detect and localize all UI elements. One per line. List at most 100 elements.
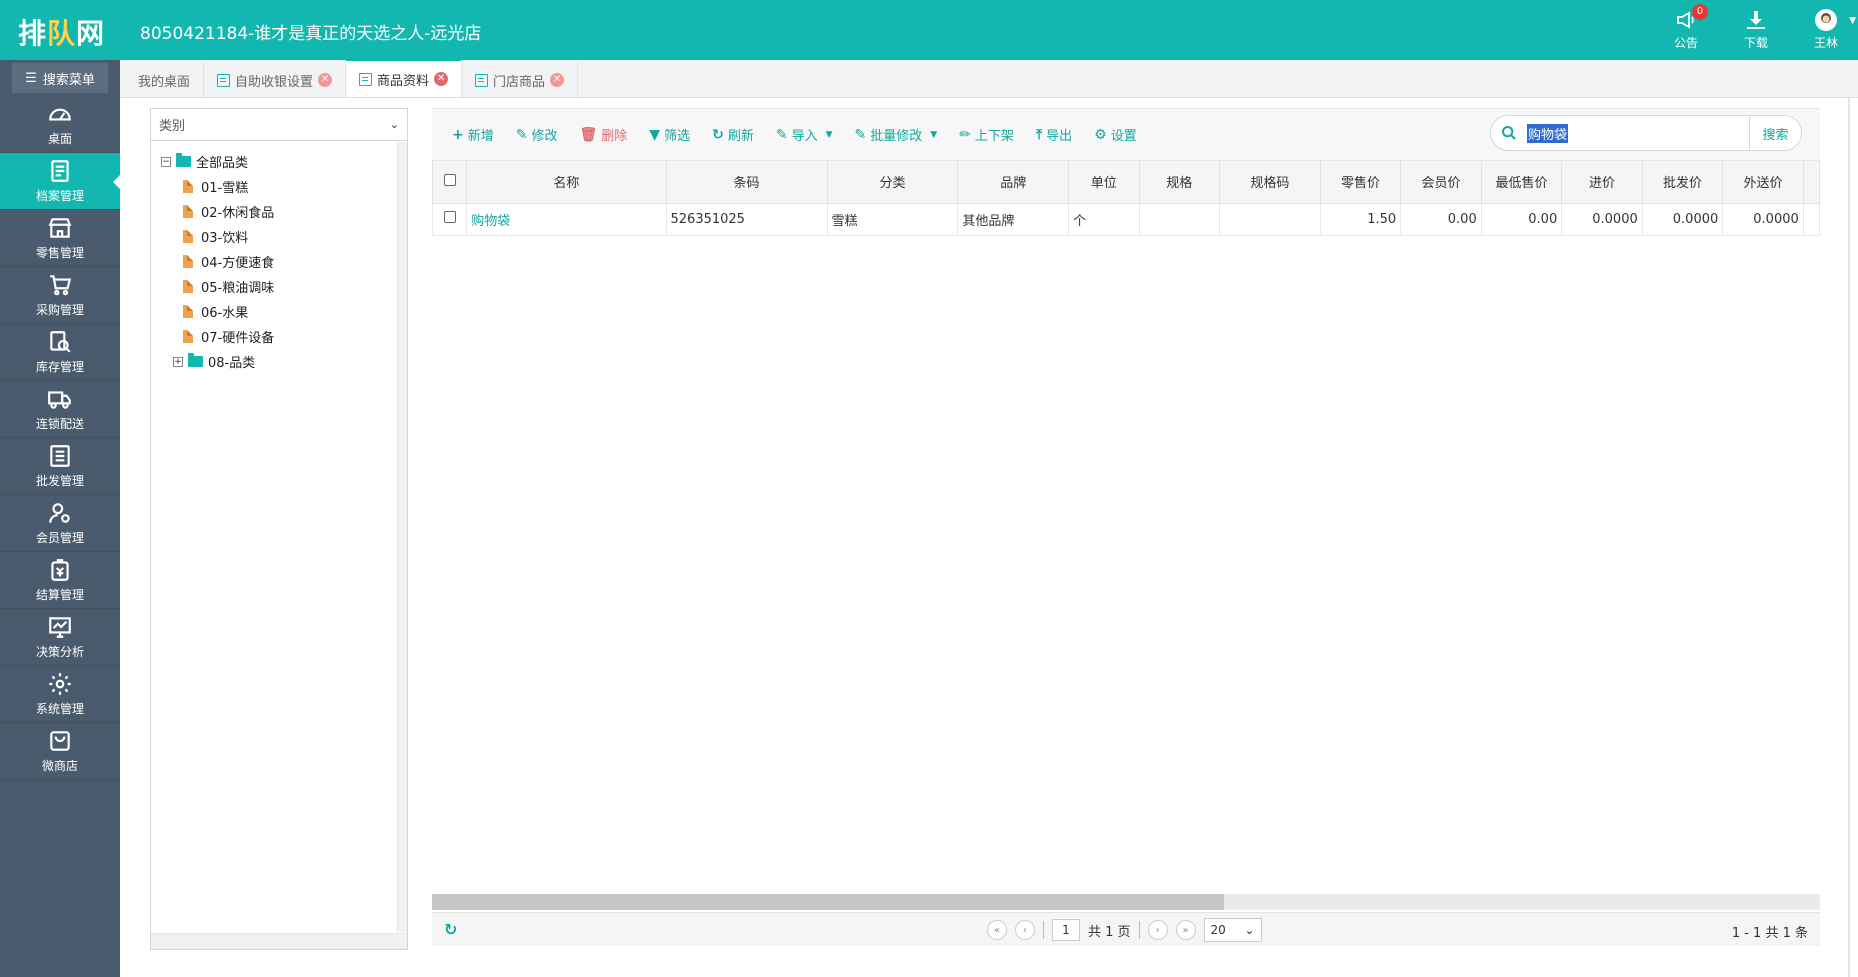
column-header[interactable]: 外送价 bbox=[1722, 161, 1804, 204]
spec-code-cell bbox=[1219, 202, 1321, 236]
archive-icon bbox=[51, 160, 69, 182]
user-menu[interactable]: 王林 ▼ bbox=[1806, 8, 1856, 51]
sidebar-item-wholesale[interactable]: 批发管理 bbox=[0, 438, 120, 495]
column-header[interactable]: 会员价 bbox=[1400, 161, 1482, 204]
tab-store-products[interactable]: 门店商品 ✕ bbox=[462, 63, 579, 97]
notice-badge: 0 bbox=[1692, 4, 1708, 20]
scrollbar-thumb[interactable] bbox=[432, 894, 1224, 910]
search-menu-button[interactable]: ☰ 搜索菜单 bbox=[12, 63, 108, 93]
tree-node[interactable]: 07-硬件设备 bbox=[161, 324, 397, 349]
column-header[interactable]: 进价 bbox=[1561, 161, 1643, 204]
document-icon bbox=[475, 73, 489, 87]
tab-bar: 我的桌面 自助收银设置 ✕ 商品资料 ✕ 门店商品 ✕ bbox=[120, 59, 1858, 98]
column-header[interactable]: 规格 bbox=[1138, 161, 1221, 204]
column-header[interactable]: 规格码 bbox=[1219, 161, 1321, 204]
tree-node[interactable]: + 08-品类 bbox=[161, 349, 397, 374]
tree-vertical-scrollbar[interactable] bbox=[397, 142, 407, 932]
edit-button[interactable]: ✎ 修改 bbox=[515, 125, 558, 145]
grid-horizontal-scrollbar[interactable] bbox=[432, 894, 1820, 910]
tree-node[interactable]: 04-方便速食 bbox=[161, 249, 397, 274]
edit-icon: ✎ bbox=[515, 126, 528, 143]
search-input[interactable]: 购物袋 bbox=[1527, 116, 1749, 150]
tab-product-info[interactable]: 商品资料 ✕ bbox=[346, 59, 463, 97]
batch-edit-button[interactable]: ✎ 批量修改 ▼ bbox=[855, 125, 938, 145]
close-icon[interactable]: ✕ bbox=[318, 73, 333, 87]
tree-node[interactable]: 01-雪糕 bbox=[161, 174, 397, 199]
top-header: 排队网 8050421184-谁才是真正的天选之人-远光店 0 公告 下载 王林… bbox=[0, 0, 1858, 60]
sidebar-item-inventory[interactable]: 库存管理 bbox=[0, 324, 120, 381]
table-row[interactable]: 购物袋 526351025 雪糕 其他品牌 个 1.50 0.00 0.00 0… bbox=[431, 202, 1821, 236]
sidebar-item-microshop[interactable]: 微商店 bbox=[0, 723, 120, 780]
tree-node[interactable]: 06-水果 bbox=[161, 299, 397, 324]
chart-icon bbox=[49, 617, 71, 638]
sidebar-item-analysis[interactable]: 决策分析 bbox=[0, 609, 120, 666]
toolbar: + 新增 ✎ 修改 🗑 删除 ▼ 筛选 ↻ 刷新 ✎ 导入 ▼ ✎ 批量修改 ▼ ✏ 上下架 ⤒ 导出… bbox=[432, 109, 1820, 161]
expand-icon[interactable]: + bbox=[173, 356, 183, 367]
select-all-checkbox[interactable] bbox=[431, 161, 468, 204]
column-header[interactable]: 品牌 bbox=[957, 161, 1070, 204]
sidebar: ☰ 搜索菜单 桌面 档案管理 零售管理 采购管理 库存管理 连锁配送 批发管理 … bbox=[0, 60, 120, 977]
unit-cell: 个 bbox=[1068, 202, 1140, 236]
tree-node[interactable]: 05-粮油调味 bbox=[161, 274, 397, 299]
notice-button[interactable]: 0 公告 bbox=[1666, 4, 1708, 51]
tree-node[interactable]: 03-饮料 bbox=[161, 224, 397, 249]
caret-down-icon: ▼ bbox=[1849, 16, 1856, 26]
category-select[interactable]: 类别 ⌄ bbox=[151, 109, 407, 141]
download-label: 下载 bbox=[1743, 36, 1768, 50]
avatar bbox=[1815, 9, 1837, 31]
document-icon bbox=[217, 73, 231, 87]
export-button[interactable]: ⤒ 导出 bbox=[1036, 125, 1072, 145]
row-checkbox[interactable] bbox=[431, 202, 468, 236]
tab-my-desktop[interactable]: 我的桌面 bbox=[125, 63, 205, 97]
add-button[interactable]: + 新增 bbox=[452, 125, 494, 145]
prev-page-button[interactable]: ‹ bbox=[1015, 920, 1035, 940]
collapse-icon[interactable]: − bbox=[161, 156, 171, 167]
wholesale-price-cell: 0.0000 bbox=[1641, 202, 1724, 236]
close-icon[interactable]: ✕ bbox=[434, 72, 449, 86]
close-icon[interactable]: ✕ bbox=[550, 73, 565, 87]
tree-horizontal-scrollbar[interactable] bbox=[151, 933, 407, 949]
sidebar-item-archive[interactable]: 档案管理 bbox=[0, 153, 120, 210]
min-price-cell: 0.00 bbox=[1480, 202, 1563, 236]
sidebar-item-desktop[interactable]: 桌面 bbox=[0, 96, 120, 153]
next-page-button[interactable]: › bbox=[1147, 920, 1168, 940]
refresh-button[interactable]: ↻ 刷新 bbox=[712, 125, 754, 145]
page-size-select[interactable]: 20 ⌄ bbox=[1203, 918, 1262, 942]
filter-icon: ▼ bbox=[649, 126, 661, 143]
gear-icon: ⚙ bbox=[1094, 126, 1107, 143]
column-header[interactable]: 最低售价 bbox=[1480, 161, 1563, 204]
tree-node-root[interactable]: − 全部品类 bbox=[161, 149, 397, 174]
column-header[interactable]: 批发价 bbox=[1641, 161, 1724, 204]
column-header[interactable]: 单位 bbox=[1068, 161, 1140, 204]
product-grid-panel: + 新增 ✎ 修改 🗑 删除 ▼ 筛选 ↻ 刷新 ✎ 导入 ▼ ✎ 批量修改 ▼ ✏ 上下架 ⤒ 导出… bbox=[431, 108, 1821, 946]
product-name-link[interactable]: 购物袋 bbox=[466, 202, 667, 236]
folder-icon bbox=[188, 353, 203, 367]
sidebar-item-distribution[interactable]: 连锁配送 bbox=[0, 381, 120, 438]
page-number-input[interactable]: 1 bbox=[1052, 919, 1080, 941]
sidebar-item-settlement[interactable]: 结算管理 bbox=[0, 552, 120, 609]
settings-button[interactable]: ⚙ 设置 bbox=[1094, 125, 1137, 145]
tab-self-checkout-settings[interactable]: 自助收银设置 ✕ bbox=[204, 63, 347, 97]
plus-icon: + bbox=[452, 126, 464, 143]
last-page-button[interactable]: » bbox=[1175, 920, 1196, 940]
store-icon bbox=[48, 218, 72, 238]
sidebar-item-member[interactable]: 会员管理 bbox=[0, 495, 120, 552]
inventory-icon bbox=[50, 331, 71, 353]
column-header[interactable]: 零售价 bbox=[1319, 161, 1402, 204]
filter-button[interactable]: ▼ 筛选 bbox=[649, 125, 690, 145]
import-button[interactable]: ✎ 导入 ▼ bbox=[776, 125, 833, 145]
sidebar-item-purchase[interactable]: 采购管理 bbox=[0, 267, 120, 324]
first-page-button[interactable]: « bbox=[987, 920, 1007, 940]
shelf-button[interactable]: ✏ 上下架 bbox=[959, 125, 1014, 145]
sidebar-item-retail[interactable]: 零售管理 bbox=[0, 210, 120, 267]
refresh-icon[interactable]: ↻ bbox=[444, 920, 457, 939]
column-header[interactable]: 分类 bbox=[826, 161, 959, 204]
sidebar-item-system[interactable]: 系统管理 bbox=[0, 666, 120, 723]
brand-cell: 其他品牌 bbox=[957, 202, 1070, 236]
download-button[interactable]: 下载 bbox=[1736, 8, 1776, 51]
column-header[interactable]: 名称 bbox=[466, 161, 667, 204]
column-header[interactable]: 条码 bbox=[665, 161, 828, 204]
tree-node[interactable]: 02-休闲食品 bbox=[161, 199, 397, 224]
delete-button[interactable]: 🗑 删除 bbox=[580, 125, 628, 145]
search-button[interactable]: 搜索 bbox=[1749, 116, 1801, 150]
